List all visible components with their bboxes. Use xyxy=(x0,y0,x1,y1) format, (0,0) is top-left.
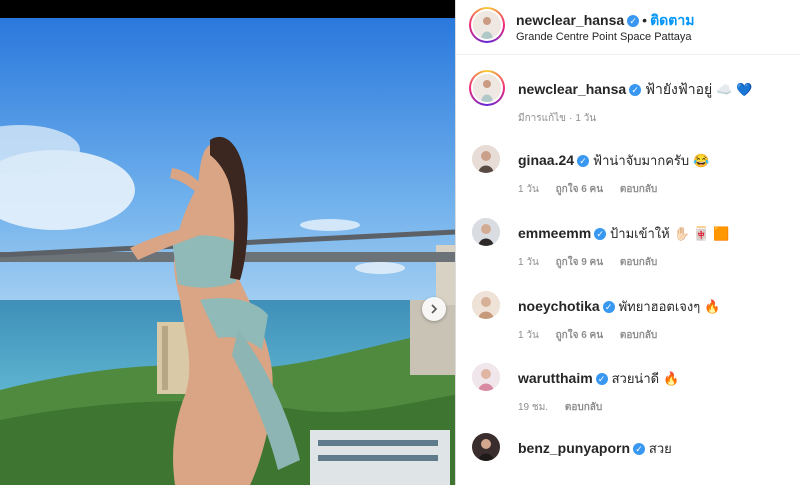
caption-avatar[interactable] xyxy=(469,70,505,106)
verified-badge-icon: ✓ xyxy=(577,155,590,168)
comment-time[interactable]: 19 ชม. xyxy=(518,402,548,413)
avatar-image xyxy=(473,11,501,39)
next-photo-button[interactable] xyxy=(422,297,446,321)
verified-badge-icon: ✓ xyxy=(627,14,640,27)
reply-button[interactable]: ตอบกลับ xyxy=(620,257,657,268)
comment-likes[interactable]: ถูกใจ 6 คน xyxy=(556,330,604,341)
comment-emoji: 🔥 xyxy=(704,299,721,314)
comment-emoji: 😂 xyxy=(693,153,710,168)
caption-time[interactable]: 1 วัน xyxy=(575,113,596,124)
comment-avatar[interactable] xyxy=(472,433,500,461)
post-image xyxy=(0,0,455,485)
caption-row: newclear_hansa ✓ ฟ้ายังฟ้าอยู่ ☁️ 💙 มีการ… xyxy=(456,70,800,130)
separator-dot: • xyxy=(642,12,648,28)
avatar-image xyxy=(472,363,500,391)
verified-badge-icon: ✓ xyxy=(629,84,642,97)
post-location[interactable]: Grande Centre Point Space Pattaya xyxy=(516,31,692,43)
comment-item: benz_punyaporn ✓ สวย xyxy=(456,433,800,483)
comment-emoji: ✋🏻 🀄 🟧 xyxy=(673,226,730,241)
comment-avatar[interactable] xyxy=(472,145,500,173)
comment-username[interactable]: ginaa.24 xyxy=(518,152,574,168)
comment-time[interactable]: 1 วัน xyxy=(518,184,539,195)
comment-item: emmeemm ✓ ป้ามเข้าให้ ✋🏻 🀄 🟧 1 วัน ถูกใจ … xyxy=(456,218,800,278)
post-photo xyxy=(0,0,455,485)
verified-badge-icon: ✓ xyxy=(633,443,646,456)
author-avatar[interactable] xyxy=(469,7,505,43)
verified-badge-icon: ✓ xyxy=(594,228,607,241)
comment-item: warutthaim ✓ สวยน่าดี 🔥 19 ชม. ตอบกลับ xyxy=(456,363,800,423)
comment-emoji: 🔥 xyxy=(662,371,680,386)
comment-likes[interactable]: ถูกใจ 9 คน xyxy=(556,257,604,268)
edited-label: มีการแก้ไข xyxy=(518,113,566,124)
comment-username[interactable]: noeychotika xyxy=(518,298,600,314)
comment-time[interactable]: 1 วัน xyxy=(518,257,539,268)
comment-text: ฟ้าน่าจับมากครับ xyxy=(592,153,690,168)
comment-item: ginaa.24 ✓ ฟ้าน่าจับมากครับ 😂 1 วัน ถูกใจ… xyxy=(456,145,800,205)
comment-username[interactable]: benz_punyaporn xyxy=(518,440,630,456)
caption-text: ฟ้ายังฟ้าอยู่ xyxy=(645,81,713,97)
comment-username[interactable]: emmeemm xyxy=(518,225,591,241)
comment-time[interactable]: 1 วัน xyxy=(518,330,539,341)
comment-avatar[interactable] xyxy=(472,363,500,391)
comment-item: noeychotika ✓ พัทยาฮอตเจงๆ 🔥 1 วัน ถูกใจ … xyxy=(456,291,800,351)
comment-text: ป้ามเข้าให้ xyxy=(610,226,670,241)
comment-likes[interactable]: ถูกใจ 6 คน xyxy=(556,184,604,195)
avatar-image xyxy=(473,74,501,102)
caption-emoji: ☁️ 💙 xyxy=(716,82,753,97)
comment-username[interactable]: warutthaim xyxy=(518,370,593,386)
comment-avatar[interactable] xyxy=(472,218,500,246)
reply-button[interactable]: ตอบกลับ xyxy=(565,402,602,413)
caption-username[interactable]: newclear_hansa xyxy=(518,81,626,97)
comment-text: สวยน่าดี xyxy=(611,371,660,386)
verified-badge-icon: ✓ xyxy=(595,373,608,386)
reply-button[interactable]: ตอบกลับ xyxy=(620,330,657,341)
avatar-image xyxy=(472,433,500,461)
avatar-image xyxy=(472,291,500,319)
post-header: newclear_hansa ✓ • ติดตาม Grande Centre Poi… xyxy=(456,0,800,55)
comment-text: พัทยาฮอตเจงๆ xyxy=(618,299,701,314)
author-username[interactable]: newclear_hansa xyxy=(516,12,624,28)
avatar-image xyxy=(472,218,500,246)
chevron-right-icon xyxy=(431,304,438,314)
caption-dot: · xyxy=(569,113,573,124)
verified-badge-icon: ✓ xyxy=(602,301,615,314)
comment-text: สวย xyxy=(648,441,672,456)
post-side-panel: newclear_hansa ✓ • ติดตาม Grande Centre Poi… xyxy=(455,0,800,485)
comment-avatar[interactable] xyxy=(472,291,500,319)
follow-button[interactable]: ติดตาม xyxy=(650,12,694,28)
reply-button[interactable]: ตอบกลับ xyxy=(620,184,657,195)
avatar-image xyxy=(472,145,500,173)
